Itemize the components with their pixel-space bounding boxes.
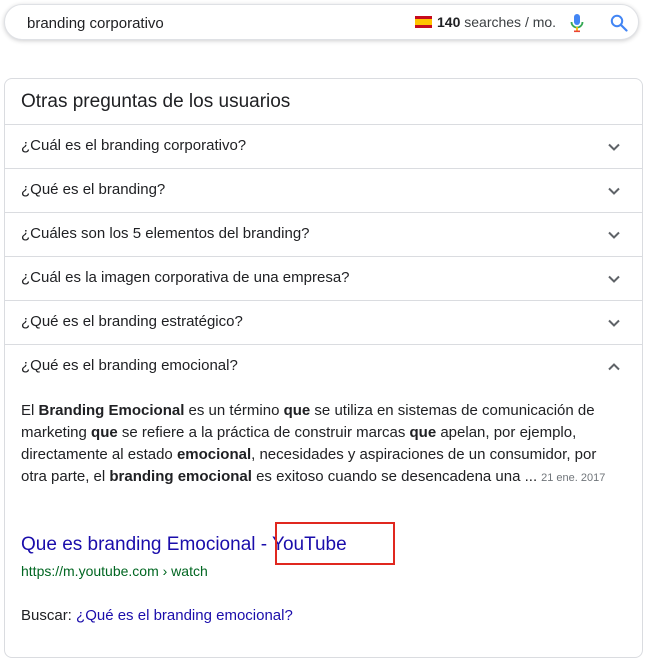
chevron-down-icon: [608, 187, 620, 195]
question-row[interactable]: ¿Qué es el branding?: [5, 168, 642, 212]
answer-bold-term: Branding Emocional: [38, 402, 185, 419]
answer-text-segment: se refiere a la práctica de construir ma…: [117, 424, 410, 441]
question-label: ¿Qué es el branding estratégico?: [21, 313, 243, 330]
answer-text-segment: es exitoso cuando se desencadena una ...: [251, 468, 538, 485]
chevron-down-icon: [608, 319, 620, 327]
search-icon[interactable]: [610, 14, 628, 32]
people-also-ask-card: Otras preguntas de los usuarios ¿Cuál es…: [4, 78, 643, 658]
card-title: Otras preguntas de los usuarios: [21, 91, 291, 112]
highlight-annotation-box: [275, 522, 395, 565]
search-input[interactable]: [27, 13, 397, 33]
question-row-expanded[interactable]: ¿Qué es el branding emocional?: [5, 344, 642, 388]
question-label: ¿Cuál es el branding corporativo?: [21, 137, 247, 154]
answer-bold-term: que: [283, 402, 311, 419]
answer-text-segment: El: [21, 402, 39, 419]
result-url: https://m.youtube.com › watch: [21, 563, 208, 579]
buscar-label: Buscar:: [21, 607, 77, 624]
search-bar: 140 searches / mo.: [4, 4, 639, 40]
question-row[interactable]: ¿Qué es el branding estratégico?: [5, 300, 642, 344]
question-row[interactable]: ¿Cuál es la imagen corporativa de una em…: [5, 256, 642, 300]
search-volume-suffix: searches / mo.: [460, 14, 557, 30]
buscar-link[interactable]: ¿Qué es el branding emocional?: [76, 607, 293, 624]
answer-bold-term: que: [91, 424, 118, 441]
question-label: ¿Qué es el branding emocional?: [21, 357, 238, 374]
question-row[interactable]: ¿Cuál es el branding corporativo?: [5, 124, 642, 168]
answer-snippet: El Branding Emocional es un término que …: [21, 400, 621, 489]
search-volume: 140 searches / mo.: [415, 14, 556, 30]
answer-bold-term: que: [409, 424, 437, 441]
search-volume-count: 140: [437, 14, 461, 30]
chevron-up-icon: [608, 363, 620, 371]
spain-flag-icon: [415, 16, 432, 28]
microphone-icon[interactable]: [568, 13, 586, 33]
answer-bold-term: branding emocional: [109, 468, 252, 485]
question-label: ¿Cuáles son los 5 elementos del branding…: [21, 225, 310, 242]
chevron-down-icon: [608, 231, 620, 239]
answer-date: 21 ene. 2017: [541, 472, 606, 484]
chevron-down-icon: [608, 143, 620, 151]
answer-text: El Branding Emocional es un término que …: [21, 402, 596, 485]
question-label: ¿Cuál es la imagen corporativa de una em…: [21, 269, 350, 286]
answer-bold-term: emocional: [176, 446, 252, 463]
answer-text-segment: es un término: [184, 402, 284, 419]
buscar-line: Buscar: ¿Qué es el branding emocional?: [21, 607, 293, 624]
question-label: ¿Qué es el branding?: [21, 181, 166, 198]
chevron-down-icon: [608, 275, 620, 283]
question-row[interactable]: ¿Cuáles son los 5 elementos del branding…: [5, 212, 642, 256]
